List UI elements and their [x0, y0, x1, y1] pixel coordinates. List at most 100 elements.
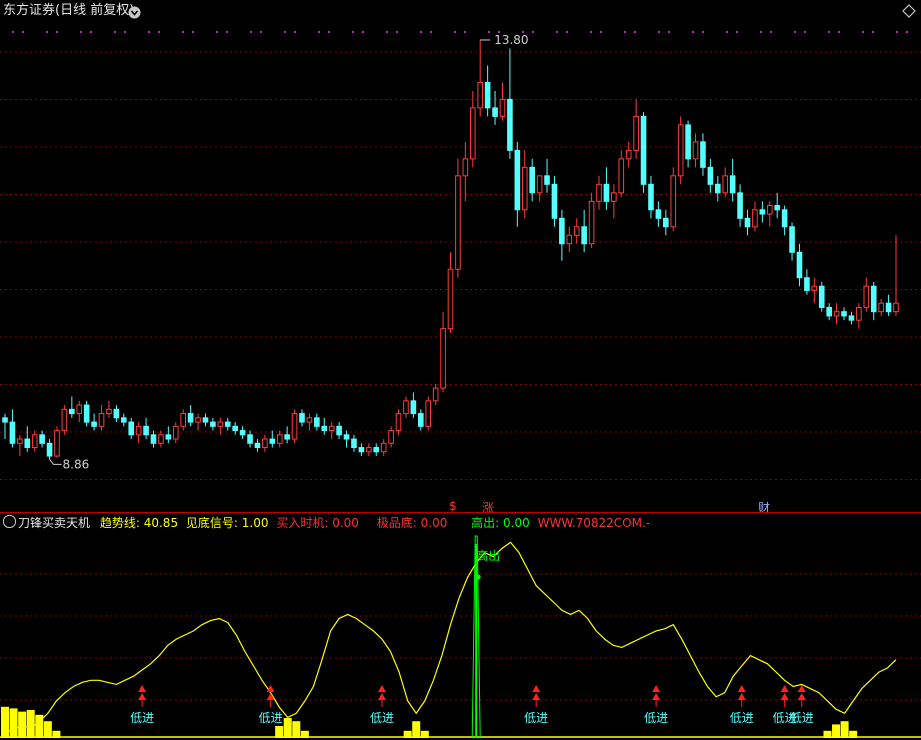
candle[interactable]	[573, 218, 580, 244]
candle[interactable]	[893, 235, 899, 316]
indicator-toggle-icon[interactable]	[3, 515, 16, 528]
candle[interactable]	[789, 222, 795, 261]
candle[interactable]	[395, 409, 402, 435]
candle[interactable]	[417, 409, 424, 431]
buy-signal[interactable]: 低进	[370, 685, 394, 725]
candle[interactable]	[737, 184, 743, 227]
candle[interactable]	[432, 383, 439, 406]
candle[interactable]	[774, 192, 781, 219]
candle[interactable]	[98, 405, 105, 431]
buy-signal[interactable]: 低进	[730, 685, 754, 725]
candle[interactable]	[640, 112, 647, 193]
candle[interactable]	[31, 430, 38, 452]
candle[interactable]	[135, 422, 142, 444]
candle[interactable]	[172, 422, 179, 444]
candle[interactable]	[811, 277, 818, 304]
candle[interactable]	[39, 430, 45, 448]
candle[interactable]	[358, 443, 365, 457]
candle[interactable]	[380, 439, 387, 457]
candle[interactable]	[707, 158, 714, 193]
sell-signal[interactable]: 高出	[471, 535, 500, 739]
candle[interactable]	[826, 303, 832, 321]
candle[interactable]	[83, 400, 90, 427]
candle[interactable]	[714, 175, 721, 202]
candle[interactable]	[581, 209, 587, 253]
candle[interactable]	[314, 413, 320, 431]
candle[interactable]	[841, 307, 847, 321]
candle[interactable]	[143, 417, 149, 440]
candle[interactable]	[128, 417, 135, 440]
candle[interactable]	[180, 409, 187, 431]
buy-signal[interactable]: 低进	[130, 685, 154, 725]
candle[interactable]	[507, 48, 513, 159]
candle[interactable]	[521, 150, 528, 219]
candle[interactable]	[447, 252, 454, 333]
candle[interactable]	[425, 396, 432, 431]
candle[interactable]	[544, 158, 550, 193]
candle[interactable]	[455, 158, 461, 278]
candle[interactable]	[336, 422, 342, 440]
candle[interactable]	[863, 277, 870, 312]
candle[interactable]	[202, 413, 209, 427]
candle[interactable]	[388, 426, 394, 448]
candle[interactable]	[403, 396, 409, 418]
candle[interactable]	[477, 39, 484, 117]
candle[interactable]	[796, 243, 803, 287]
candle[interactable]	[46, 439, 53, 460]
candle[interactable]	[187, 405, 194, 427]
candle[interactable]	[165, 426, 172, 444]
candle[interactable]	[596, 175, 602, 210]
candle[interactable]	[239, 426, 246, 440]
event-tag-finance[interactable]: 财	[758, 499, 770, 516]
candle[interactable]	[158, 430, 164, 448]
candle[interactable]	[69, 396, 75, 418]
candle[interactable]	[76, 400, 83, 423]
candle[interactable]	[120, 413, 127, 427]
candle[interactable]	[254, 439, 261, 452]
candle[interactable]	[343, 430, 350, 448]
candle[interactable]	[91, 413, 97, 431]
candle[interactable]	[291, 409, 298, 444]
candle[interactable]	[469, 90, 476, 168]
candle[interactable]	[648, 175, 654, 219]
candle[interactable]	[663, 209, 669, 236]
buy-signal[interactable]: 低进	[524, 685, 548, 725]
indicator-chart[interactable]: 低进 低进 低进 低进 低进 低进 低进低进高出	[0, 530, 921, 740]
candle[interactable]	[514, 141, 521, 227]
candle[interactable]	[210, 417, 216, 431]
candle[interactable]	[752, 201, 758, 232]
candle[interactable]	[781, 205, 788, 236]
candle[interactable]	[269, 430, 276, 448]
candle[interactable]	[588, 192, 595, 249]
candle[interactable]	[113, 405, 120, 423]
candle[interactable]	[804, 269, 810, 295]
candle[interactable]	[328, 422, 335, 440]
candle[interactable]	[195, 413, 201, 431]
candle[interactable]	[440, 311, 446, 393]
candle[interactable]	[655, 201, 662, 227]
candle[interactable]	[685, 120, 691, 168]
candle[interactable]	[885, 294, 892, 316]
buy-signal[interactable]: 低进	[790, 685, 814, 725]
candle[interactable]	[848, 311, 855, 325]
candle[interactable]	[484, 65, 491, 117]
price-chart[interactable]: 13.80 8.86	[0, 0, 921, 512]
candle[interactable]	[611, 184, 617, 219]
candle[interactable]	[700, 133, 706, 176]
event-tag-rise[interactable]: 涨	[482, 499, 494, 516]
candle[interactable]	[492, 90, 498, 125]
candle[interactable]	[856, 303, 862, 329]
candle[interactable]	[618, 150, 625, 198]
candle[interactable]	[276, 430, 283, 448]
candle[interactable]	[24, 426, 31, 452]
candle[interactable]	[677, 116, 684, 185]
candle[interactable]	[878, 298, 884, 316]
candle[interactable]	[744, 209, 751, 236]
candle[interactable]	[150, 430, 157, 448]
candle[interactable]	[692, 133, 699, 168]
candle[interactable]	[566, 226, 573, 253]
candle[interactable]	[54, 426, 60, 458]
candle[interactable]	[284, 426, 290, 444]
candle[interactable]	[818, 281, 825, 312]
candle[interactable]	[766, 201, 773, 227]
